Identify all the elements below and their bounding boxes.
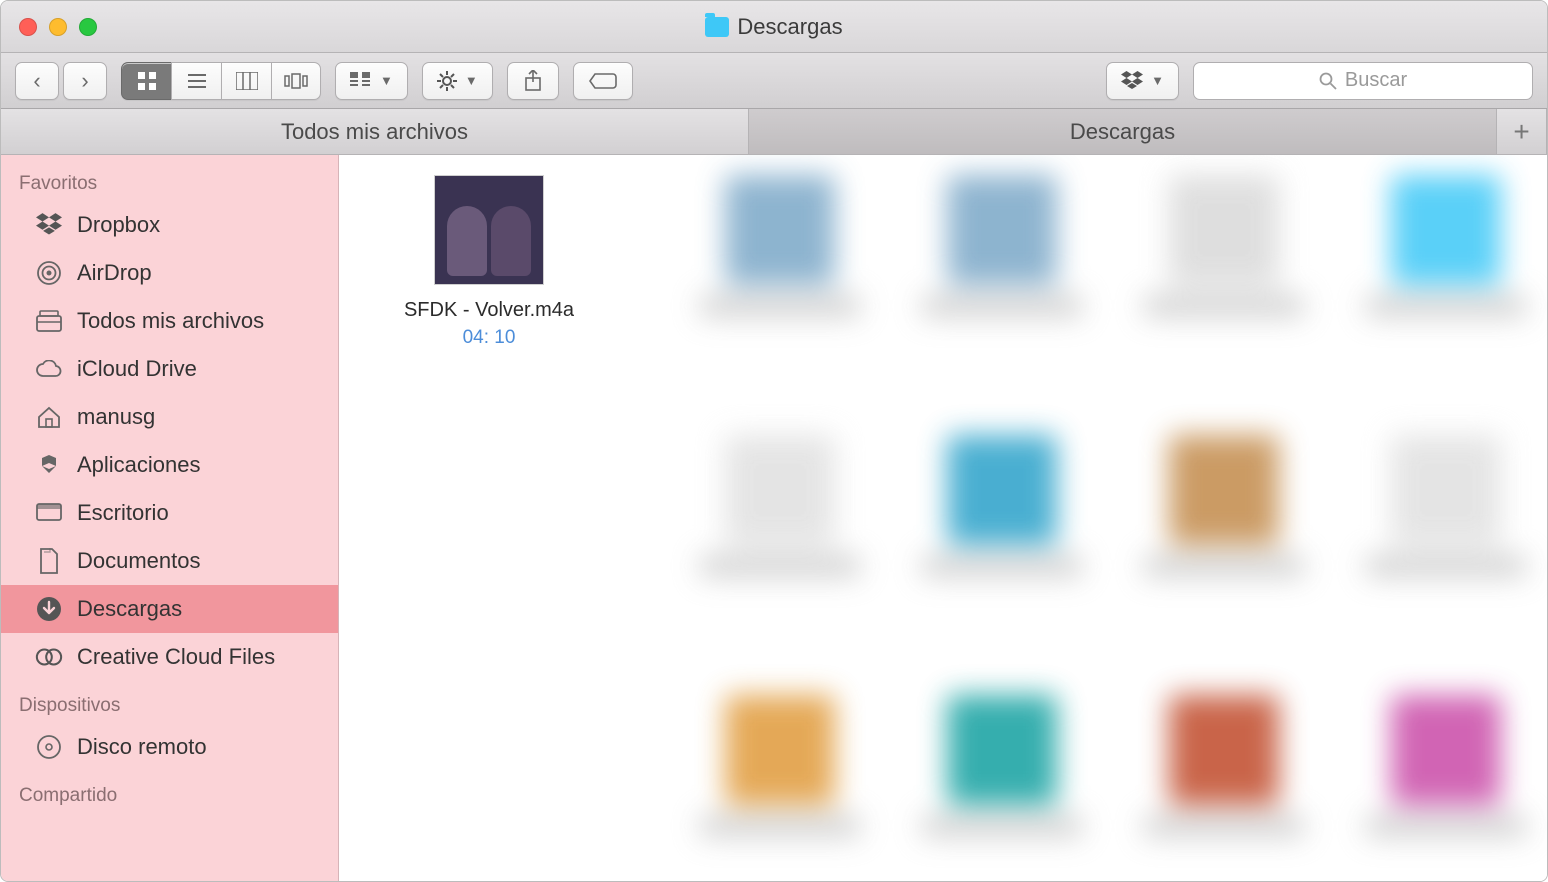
tab-downloads[interactable]: Descargas bbox=[749, 109, 1497, 154]
sidebar-item-remote-disc[interactable]: Disco remoto bbox=[1, 723, 338, 771]
traffic-lights bbox=[19, 18, 97, 36]
coverflow-icon bbox=[284, 72, 308, 90]
sidebar-section-devices: Dispositivos bbox=[1, 691, 338, 723]
grid-icon bbox=[137, 71, 157, 91]
airdrop-icon bbox=[35, 259, 63, 287]
sidebar-item-applications[interactable]: Aplicaciones bbox=[1, 441, 338, 489]
sidebar-item-label: Dropbox bbox=[77, 212, 160, 238]
all-files-icon bbox=[35, 307, 63, 335]
sidebar-item-icloud[interactable]: iCloud Drive bbox=[1, 345, 338, 393]
chevron-right-icon: › bbox=[81, 68, 88, 94]
view-mode-segment bbox=[121, 62, 321, 100]
dropbox-icon bbox=[35, 211, 63, 239]
sidebar-item-desktop[interactable]: Escritorio bbox=[1, 489, 338, 537]
arrange-icon bbox=[350, 72, 372, 90]
sidebar-item-downloads[interactable]: Descargas bbox=[1, 585, 338, 633]
sidebar: Favoritos Dropbox AirDrop Todos mis arch… bbox=[1, 155, 339, 881]
tab-bar: Todos mis archivos Descargas + bbox=[1, 109, 1547, 155]
icon-view-button[interactable] bbox=[121, 62, 171, 100]
sidebar-item-label: AirDrop bbox=[77, 260, 152, 286]
coverflow-view-button[interactable] bbox=[271, 62, 321, 100]
sidebar-item-label: Disco remoto bbox=[77, 734, 207, 760]
window-title-text: Descargas bbox=[737, 14, 842, 40]
sidebar-item-airdrop[interactable]: AirDrop bbox=[1, 249, 338, 297]
list-icon bbox=[187, 71, 207, 91]
documents-icon bbox=[35, 547, 63, 575]
tab-all-files[interactable]: Todos mis archivos bbox=[1, 109, 749, 154]
chevron-down-icon: ▼ bbox=[1151, 73, 1164, 88]
blurred-background-items bbox=[699, 175, 1527, 881]
sidebar-item-label: Descargas bbox=[77, 596, 182, 622]
finder-window: Descargas ‹ › ▼ ▼ bbox=[0, 0, 1548, 882]
sidebar-item-label: iCloud Drive bbox=[77, 356, 197, 382]
file-name: SFDK - Volver.m4a bbox=[404, 297, 574, 323]
sidebar-item-label: manusg bbox=[77, 404, 155, 430]
sidebar-item-label: Creative Cloud Files bbox=[77, 644, 275, 670]
back-button[interactable]: ‹ bbox=[15, 62, 59, 100]
search-placeholder: Buscar bbox=[1345, 69, 1407, 92]
sidebar-item-label: Escritorio bbox=[77, 500, 169, 526]
search-icon bbox=[1319, 72, 1337, 90]
sidebar-section-shared: Compartido bbox=[1, 781, 338, 813]
creative-cloud-icon bbox=[35, 643, 63, 671]
sidebar-item-label: Aplicaciones bbox=[77, 452, 201, 478]
arrange-button[interactable]: ▼ bbox=[335, 62, 408, 100]
dropbox-icon bbox=[1121, 71, 1143, 91]
body: Favoritos Dropbox AirDrop Todos mis arch… bbox=[1, 155, 1547, 881]
chevron-down-icon: ▼ bbox=[380, 73, 393, 88]
downloads-icon bbox=[35, 595, 63, 623]
icloud-icon bbox=[35, 355, 63, 383]
sidebar-item-label: Documentos bbox=[77, 548, 201, 574]
chevron-left-icon: ‹ bbox=[33, 68, 40, 94]
window-zoom-button[interactable] bbox=[79, 18, 97, 36]
sidebar-item-documents[interactable]: Documentos bbox=[1, 537, 338, 585]
window-title: Descargas bbox=[1, 14, 1547, 40]
titlebar: Descargas bbox=[1, 1, 1547, 53]
dropbox-toolbar-button[interactable]: ▼ bbox=[1106, 62, 1179, 100]
column-view-button[interactable] bbox=[221, 62, 271, 100]
toolbar: ‹ › ▼ ▼ bbox=[1, 53, 1547, 109]
tab-label: Todos mis archivos bbox=[281, 119, 468, 145]
content-area[interactable]: SFDK - Volver.m4a 04: 10 bbox=[339, 155, 1547, 881]
desktop-icon bbox=[35, 499, 63, 527]
sidebar-item-dropbox[interactable]: Dropbox bbox=[1, 201, 338, 249]
list-view-button[interactable] bbox=[171, 62, 221, 100]
file-thumbnail bbox=[434, 175, 544, 285]
forward-button[interactable]: › bbox=[63, 62, 107, 100]
window-minimize-button[interactable] bbox=[49, 18, 67, 36]
chevron-down-icon: ▼ bbox=[465, 73, 478, 88]
share-icon bbox=[524, 70, 542, 92]
home-icon bbox=[35, 403, 63, 431]
search-field[interactable]: Buscar bbox=[1193, 62, 1533, 100]
new-tab-button[interactable]: + bbox=[1497, 109, 1547, 154]
plus-icon: + bbox=[1513, 116, 1529, 148]
tags-button[interactable] bbox=[573, 62, 633, 100]
window-close-button[interactable] bbox=[19, 18, 37, 36]
sidebar-item-creative-cloud[interactable]: Creative Cloud Files bbox=[1, 633, 338, 681]
sidebar-item-home[interactable]: manusg bbox=[1, 393, 338, 441]
share-button[interactable] bbox=[507, 62, 559, 100]
file-duration: 04: 10 bbox=[463, 327, 516, 349]
disc-icon bbox=[35, 733, 63, 761]
tag-icon bbox=[589, 72, 617, 90]
sidebar-section-favorites: Favoritos bbox=[1, 169, 338, 201]
gear-icon bbox=[437, 71, 457, 91]
sidebar-item-all-files[interactable]: Todos mis archivos bbox=[1, 297, 338, 345]
nav-group: ‹ › bbox=[15, 62, 107, 100]
file-item[interactable]: SFDK - Volver.m4a 04: 10 bbox=[389, 175, 589, 349]
folder-icon bbox=[705, 17, 729, 37]
action-button[interactable]: ▼ bbox=[422, 62, 493, 100]
sidebar-item-label: Todos mis archivos bbox=[77, 308, 264, 334]
tab-label: Descargas bbox=[1070, 119, 1175, 145]
apps-icon bbox=[35, 451, 63, 479]
columns-icon bbox=[236, 72, 258, 90]
